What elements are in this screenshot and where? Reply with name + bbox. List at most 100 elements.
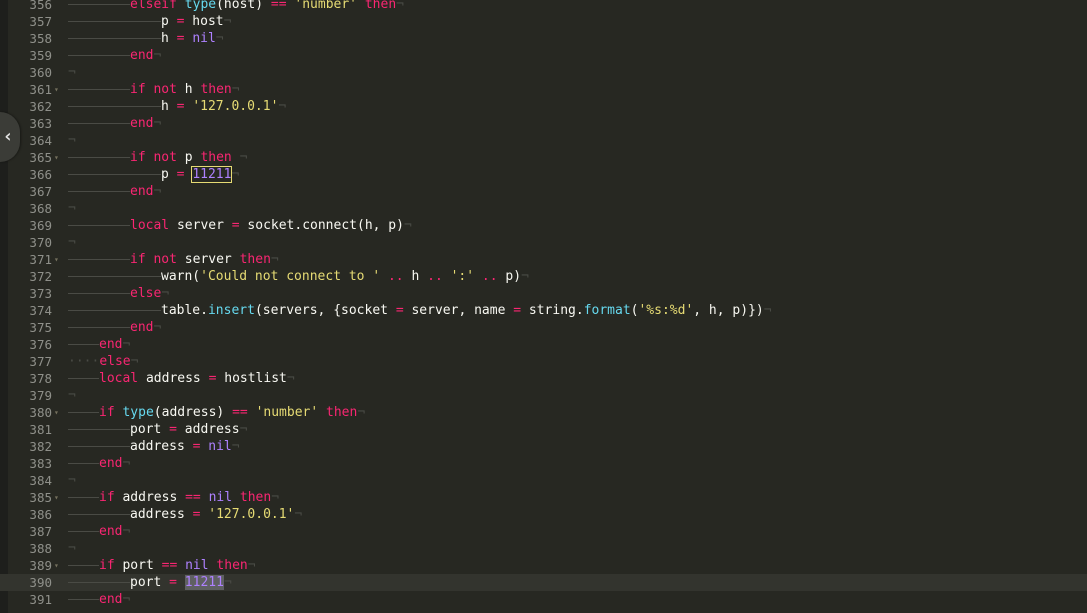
fold-arrow-icon[interactable]: ▾ [54, 557, 62, 574]
code-line[interactable]: 384 ¬ [0, 472, 1087, 489]
code-token: (address) [153, 405, 233, 420]
code-text: if not h then¬ [68, 81, 240, 98]
code-line[interactable]: 360 ¬ [0, 64, 1087, 81]
code-line[interactable]: 361 ▾ if not h then¬ [0, 81, 1087, 98]
eol-marker: ¬ [68, 235, 76, 250]
line-number: 357 [29, 14, 52, 29]
code-text: if address == nil then¬ [68, 489, 279, 506]
code-line[interactable]: 388 ¬ [0, 540, 1087, 557]
tab-indent-marker [99, 327, 130, 328]
code-editor[interactable]: ‹ 356 elseif type(host) == 'number' then¬… [0, 0, 1087, 613]
code-line[interactable]: 379 ¬ [0, 387, 1087, 404]
code-line[interactable]: 364 ¬ [0, 132, 1087, 149]
eol-marker: ¬ [521, 269, 529, 284]
code-line[interactable]: 374 table.insert(servers, {socket = serve… [0, 302, 1087, 319]
code-token: if [130, 150, 146, 165]
line-number: 369 [29, 218, 52, 233]
line-number: 376 [29, 337, 52, 352]
eol-marker: ¬ [68, 473, 76, 488]
code-text: end¬ [68, 336, 130, 353]
code-text: end¬ [68, 591, 130, 608]
code-line[interactable]: 375 end¬ [0, 319, 1087, 336]
line-number: 381 [29, 422, 52, 437]
eol-marker: ¬ [231, 82, 240, 97]
code-token: 'number' [294, 0, 358, 12]
code-text: end¬ [68, 115, 161, 132]
code-line[interactable]: 373 else¬ [0, 285, 1087, 302]
code-line[interactable]: 382 address = nil¬ [0, 438, 1087, 455]
code-lines[interactable]: 356 elseif type(host) == 'number' then¬ 35… [0, 0, 1087, 608]
code-line[interactable]: 383 end¬ [0, 455, 1087, 472]
code-token: address [130, 507, 193, 522]
fold-arrow-icon[interactable]: ▾ [54, 251, 62, 268]
code-token: p [176, 150, 201, 165]
line-number: 374 [29, 303, 52, 318]
line-number: 379 [29, 388, 52, 403]
code-line[interactable]: 391 end¬ [0, 591, 1087, 608]
code-line[interactable]: 370 ¬ [0, 234, 1087, 251]
fold-arrow-icon[interactable]: ▾ [54, 149, 62, 166]
fold-arrow-icon[interactable]: ▾ [54, 81, 62, 98]
line-number: 371 [29, 252, 52, 267]
code-line[interactable]: 356 elseif type(host) == 'number' then¬ [0, 0, 1087, 13]
code-line[interactable]: 365 ▾ if not p then ¬ [0, 149, 1087, 166]
code-line[interactable]: 387 end¬ [0, 523, 1087, 540]
code-line[interactable]: 368 ¬ [0, 200, 1087, 217]
code-token: then [326, 405, 358, 420]
code-token: then [239, 490, 272, 505]
fold-arrow-icon[interactable]: ▾ [54, 404, 62, 421]
code-line[interactable]: 377 ····else¬ [0, 353, 1087, 370]
code-text: p = 11211¬ [68, 166, 239, 183]
code-text: elseif type(host) == 'number' then¬ [68, 0, 404, 13]
code-token: then [216, 558, 248, 573]
code-line[interactable]: 357 p = host¬ [0, 13, 1087, 30]
code-line[interactable]: 376 end¬ [0, 336, 1087, 353]
code-line[interactable]: 362 h = '127.0.0.1'¬ [0, 98, 1087, 115]
tab-indent-marker [99, 4, 130, 5]
code-text: h = nil¬ [68, 30, 224, 47]
tab-indent-marker [130, 310, 161, 311]
tab-indent-marker [99, 89, 130, 90]
tab-indent-marker [68, 38, 99, 39]
code-text: ¬ [68, 234, 76, 251]
code-line[interactable]: 389 ▾ if port == nil then¬ [0, 557, 1087, 574]
code-text: local server = socket.connect(h, p)¬ [68, 217, 412, 234]
code-text: p = host¬ [68, 13, 231, 30]
eol-marker: ¬ [270, 252, 279, 267]
code-line[interactable]: 358 h = nil¬ [0, 30, 1087, 47]
code-line[interactable]: 390 port = 11211¬ [0, 574, 1087, 591]
code-line[interactable]: 359 end¬ [0, 47, 1087, 64]
code-line[interactable]: 386 address = '127.0.0.1'¬ [0, 506, 1087, 523]
code-token: == [232, 405, 248, 420]
space-indent-marker: ···· [68, 354, 100, 369]
eol-marker: ¬ [122, 524, 131, 539]
code-line[interactable]: 369 local server = socket.connect(h, p)¬ [0, 217, 1087, 234]
code-text: ¬ [68, 64, 76, 81]
code-line[interactable]: 378 local address = hostlist¬ [0, 370, 1087, 387]
eol-marker: ¬ [403, 218, 412, 233]
code-token: end [130, 48, 154, 63]
eol-marker: ¬ [278, 99, 287, 114]
tab-indent-marker [99, 276, 130, 277]
code-line[interactable]: 363 end¬ [0, 115, 1087, 132]
code-line[interactable]: 385 ▾ if address == nil then¬ [0, 489, 1087, 506]
fold-arrow-icon[interactable]: ▾ [54, 489, 62, 506]
code-line[interactable]: 372 warn('Could not connect to ' .. h .. … [0, 268, 1087, 285]
code-text: ¬ [68, 387, 76, 404]
code-line[interactable]: 381 port = address¬ [0, 421, 1087, 438]
code-token: local [130, 218, 170, 233]
eol-marker: ¬ [122, 456, 131, 471]
code-token: table. [161, 303, 208, 318]
code-line[interactable]: 380 ▾ if type(address) == 'number' then¬ [0, 404, 1087, 421]
eol-marker: ¬ [68, 65, 76, 80]
tab-indent-marker [99, 55, 130, 56]
eol-marker: ¬ [223, 575, 232, 590]
eol-marker: ¬ [239, 150, 248, 165]
tab-indent-marker [68, 531, 99, 532]
code-line[interactable]: 366 p = 11211¬ [0, 166, 1087, 183]
code-line[interactable]: 367 end¬ [0, 183, 1087, 200]
code-line[interactable]: 371 ▾ if not server then¬ [0, 251, 1087, 268]
